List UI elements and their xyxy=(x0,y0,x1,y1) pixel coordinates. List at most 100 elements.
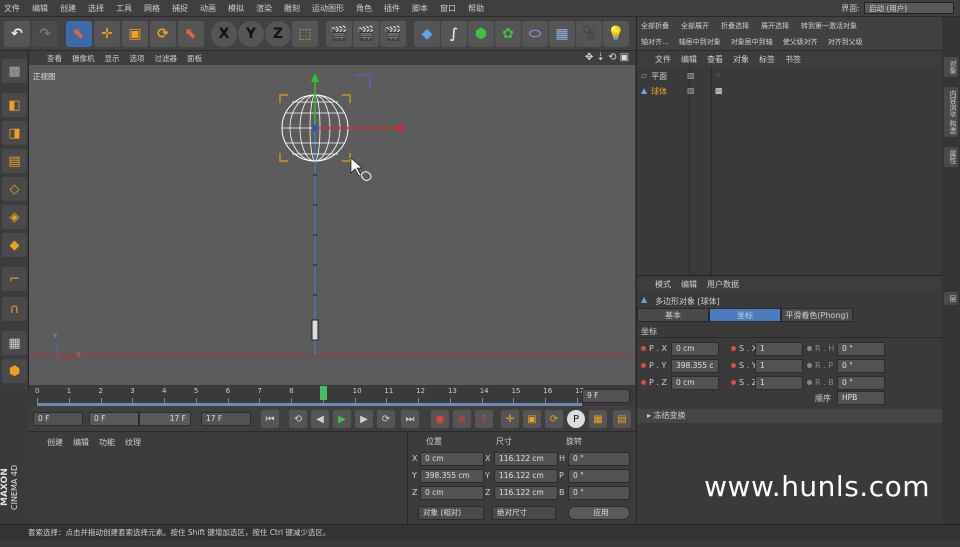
visibility-toggle-icon[interactable]: ▨ xyxy=(687,71,695,80)
scale-icon[interactable]: ▣ xyxy=(122,21,148,47)
current-frame-field[interactable]: 9 F xyxy=(582,389,630,403)
go-to-start-icon[interactable]: ⏮ xyxy=(261,410,279,428)
next-key-icon[interactable]: ⟳ xyxy=(377,410,395,428)
objects-menu-item[interactable]: 书签 xyxy=(785,54,801,65)
coord-rotation-field[interactable]: 0 ° xyxy=(568,469,630,483)
menu-item[interactable]: 文件 xyxy=(4,3,20,14)
render-view-icon[interactable]: 🎬 xyxy=(326,21,352,47)
tag-icon[interactable]: ⁘ xyxy=(715,71,722,80)
menu-item[interactable]: 渲染 xyxy=(256,3,272,14)
param-dot[interactable] xyxy=(731,363,736,368)
mograph-cloner-icon[interactable]: ✿ xyxy=(495,21,521,47)
object-manager[interactable]: ▱ 平面 ▨ ⁘ ▲ 球体 ▨ ▩ xyxy=(637,67,942,275)
menu-item[interactable]: 网格 xyxy=(144,3,160,14)
make-editable-icon[interactable]: ▩ xyxy=(2,59,27,83)
menu-item[interactable]: 模拟 xyxy=(228,3,244,14)
apply-button[interactable]: 应用 xyxy=(568,506,630,520)
points-mode-icon[interactable]: ◇ xyxy=(2,177,27,201)
param-value-field[interactable]: 1 xyxy=(755,342,803,356)
interface-dropdown[interactable]: 启动 (用户) xyxy=(864,2,954,14)
material-manager[interactable]: 创建 编辑 功能 纹理 xyxy=(29,432,407,524)
viewport-menu-item[interactable]: 面板 xyxy=(187,53,202,64)
menu-item[interactable]: 窗口 xyxy=(440,3,456,14)
render-picture-viewer-icon[interactable]: 🎬 xyxy=(353,21,379,47)
coord-position-field[interactable]: 0 cm xyxy=(420,452,484,466)
record-icon[interactable]: ● xyxy=(431,410,449,428)
coord-size-field[interactable]: 116.122 cm xyxy=(494,469,558,483)
viewport-menu-item[interactable]: 摄像机 xyxy=(72,53,95,64)
object-row[interactable]: ▱ 平面 xyxy=(641,71,667,82)
x-axis-lock-icon[interactable]: X xyxy=(211,21,237,47)
deformer-icon[interactable]: ⬭ xyxy=(522,21,548,47)
layout-command-button[interactable]: 全部展开 xyxy=(681,21,709,31)
frozen-transform-group[interactable]: ▸ 冻结变换 xyxy=(637,409,943,423)
param-value-field[interactable]: 0 ° xyxy=(837,359,885,373)
menu-item[interactable]: 捕捉 xyxy=(172,3,188,14)
viewport[interactable]: 正视图 Y X xyxy=(29,65,635,385)
size-mode-dropdown[interactable]: 绝对尺寸 xyxy=(492,506,556,520)
viewport-nav-icons[interactable]: ✥ ⇣ ⟲ ▣ xyxy=(585,52,629,63)
attr-tab[interactable]: 平滑着色(Phong) xyxy=(781,308,853,322)
key-scale-icon[interactable]: ▣ xyxy=(523,410,541,428)
param-dot[interactable] xyxy=(731,346,736,351)
light-icon[interactable]: 💡 xyxy=(603,21,629,47)
axis-command-button[interactable]: 轴对齐... xyxy=(641,37,669,47)
move-icon[interactable]: ✛ xyxy=(94,21,120,47)
tag-icon[interactable]: ▩ xyxy=(715,86,723,95)
snap-magnet-icon[interactable]: ∩ xyxy=(2,297,27,321)
workplane-icon[interactable]: ▤ xyxy=(2,149,27,173)
timeline-playhead[interactable] xyxy=(319,386,327,400)
axis-mode-icon[interactable]: ⌐ xyxy=(2,267,27,291)
rotate-icon[interactable]: ⟳ xyxy=(150,21,176,47)
coord-size-field[interactable]: 116.122 cm xyxy=(494,452,558,466)
param-dot[interactable] xyxy=(641,380,646,385)
start-frame-field[interactable]: 0 F xyxy=(33,412,83,426)
autokey-icon[interactable]: ⊛ xyxy=(453,410,471,428)
side-tab[interactable]: 属性 xyxy=(944,147,958,167)
coord-size-field[interactable]: 116.122 cm xyxy=(494,486,558,500)
param-value-field[interactable]: 1 xyxy=(755,376,803,390)
model-mode-icon[interactable]: ◧ xyxy=(2,93,27,117)
layout-command-button[interactable]: 展开选择 xyxy=(761,21,789,31)
prev-frame-icon[interactable]: ◀ xyxy=(311,410,329,428)
visibility-toggle-icon[interactable]: ▨ xyxy=(687,86,695,95)
render-settings-icon[interactable]: 🎬 xyxy=(380,21,406,47)
key-rotation-icon[interactable]: ⟳ xyxy=(545,410,563,428)
menu-item[interactable]: 选择 xyxy=(88,3,104,14)
objects-menu-item[interactable]: 文件 xyxy=(655,54,671,65)
workplane-lock-icon[interactable]: ▦ xyxy=(2,331,27,355)
param-value-field[interactable]: 0 ° xyxy=(837,342,885,356)
end-frame-field[interactable]: 17 F xyxy=(201,412,251,426)
layout-command-button[interactable]: 转到第一激活对象 xyxy=(801,21,857,31)
param-dot[interactable] xyxy=(641,346,646,351)
layout-command-button[interactable]: 折叠选择 xyxy=(721,21,749,31)
floor-icon[interactable]: ▦ xyxy=(549,21,575,47)
recent-tool-icon[interactable]: ⬉ xyxy=(178,21,204,47)
attributes-menu-item[interactable]: 模式 xyxy=(655,279,671,290)
solo-icon[interactable]: ⬢ xyxy=(2,359,27,383)
objects-menu-item[interactable]: 查看 xyxy=(707,54,723,65)
objects-menu-item[interactable]: 标签 xyxy=(759,54,775,65)
attributes-menu-item[interactable]: 编辑 xyxy=(681,279,697,290)
param-value-field[interactable]: 0 ° xyxy=(837,376,885,390)
param-dot-inactive[interactable] xyxy=(807,346,812,351)
prev-key-icon[interactable]: ⟲ xyxy=(289,410,307,428)
z-axis-lock-icon[interactable]: Z xyxy=(265,21,291,47)
cube-icon[interactable]: ◆ xyxy=(414,21,440,47)
viewport-menu-item[interactable]: 查看 xyxy=(47,53,62,64)
coordinate-system-icon[interactable]: ⬚ xyxy=(292,21,318,47)
param-dot[interactable] xyxy=(731,380,736,385)
axis-command-button[interactable]: 轴居中到对象 xyxy=(679,37,721,47)
attr-tab[interactable]: 基本 xyxy=(637,308,709,322)
viewport-menu-item[interactable]: 选项 xyxy=(130,53,145,64)
menu-item[interactable]: 编辑 xyxy=(32,3,48,14)
camera-icon[interactable]: 🎥 xyxy=(576,21,602,47)
material-menu-item[interactable]: 功能 xyxy=(99,437,115,448)
range-end-field[interactable]: 17 F xyxy=(139,412,191,426)
undo-icon[interactable]: ↶ xyxy=(4,21,30,47)
menu-item[interactable]: 工具 xyxy=(116,3,132,14)
attributes-menu-item[interactable]: 用户数据 xyxy=(707,279,739,290)
side-tab[interactable]: 构造 xyxy=(944,117,958,137)
menu-item[interactable]: 脚本 xyxy=(412,3,428,14)
material-menu-item[interactable]: 编辑 xyxy=(73,437,89,448)
